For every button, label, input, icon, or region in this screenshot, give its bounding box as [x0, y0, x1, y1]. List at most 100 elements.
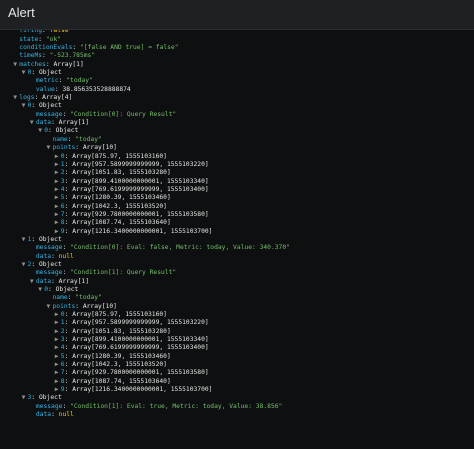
tree-row[interactable]: ▶ 8: Array[1087.74, 1555103640] — [5, 219, 290, 227]
tree-row: name: "today" — [5, 294, 290, 302]
tree-key: logs — [19, 94, 35, 102]
tree-type: Array[1216.3400000000001, 1555103700] — [72, 227, 213, 235]
tree-row[interactable]: ▶ 1: Array[957.5899999999999, 1555103220] — [5, 161, 290, 169]
tree-type: Array[957.5899999999999, 1555103220] — [72, 319, 209, 327]
key-colon: : — [31, 394, 39, 402]
key-colon: : — [75, 144, 83, 152]
tree-row: message: "Condition[0]: Eval: false, Met… — [5, 244, 290, 252]
tree-type: Object — [38, 69, 62, 77]
tree-row[interactable]: ▶ 0: Array[875.97, 1555103160] — [5, 311, 290, 319]
key-colon: : — [62, 402, 71, 410]
tree-type: Array[1] — [58, 119, 89, 127]
key-colon: : — [62, 269, 71, 277]
tree-type: Object — [55, 286, 79, 293]
tree-row[interactable]: ▼ 0: Object — [5, 102, 290, 110]
tree-key: state — [19, 35, 39, 43]
tree-row: value: 38.856353528888874 — [5, 86, 290, 94]
tree-key: data — [35, 119, 52, 127]
tree-key: name — [52, 135, 68, 143]
tree-key: metric — [35, 77, 59, 85]
tree-row[interactable]: ▼ 3: Object — [5, 394, 290, 402]
tree-key: data — [35, 411, 52, 419]
tree-row: name: "today" — [5, 136, 290, 144]
tree-row[interactable]: ▶ 9: Array[1216.3400000000001, 1555103700… — [5, 386, 290, 394]
tree-type: Array[769.6199999999999, 1555103400] — [72, 344, 209, 352]
tree-row: message: "Condition[0]: Query Result" — [5, 111, 290, 119]
tree-row[interactable]: ▼ data: Array[1] — [5, 278, 290, 286]
tree-row[interactable]: ▼ 2: Object — [5, 261, 290, 269]
tree-value: "today" — [75, 294, 102, 302]
tree-type: Array[899.4100000000001, 1555103340] — [72, 177, 209, 185]
tree-key: data — [35, 252, 52, 260]
tree-row[interactable]: ▶ 3: Array[899.4100000000001, 1555103340] — [5, 336, 290, 344]
tree-row[interactable]: ▼ matches: Array[1] — [5, 61, 290, 69]
tree-row[interactable]: ▶ 6: Array[1042.3, 1555103520] — [5, 361, 290, 369]
tree-row[interactable]: ▶ 0: Array[875.97, 1555103160] — [5, 153, 290, 161]
tree-value: "Condition[0]: Eval: false, Metric: toda… — [70, 244, 290, 252]
tree-type: Array[1042.3, 1555103520] — [72, 202, 167, 210]
tree-type: Array[4] — [42, 94, 73, 102]
key-colon: : — [31, 69, 39, 77]
tree-type: Array[1216.3400000000001, 1555103700] — [72, 386, 213, 394]
tree-key: message — [35, 110, 63, 118]
key-colon: : — [72, 44, 80, 52]
tree-row[interactable]: ▶ 8: Array[1087.74, 1555103640] — [5, 378, 290, 386]
tree-key: firing — [19, 30, 43, 35]
tree-type: Array[1280.39, 1555103460] — [72, 194, 171, 202]
tree-type: Array[929.7800000000001, 1555103580] — [72, 369, 209, 377]
key-colon: : — [51, 119, 59, 127]
key-colon: : — [51, 277, 59, 285]
tree-row: conditionEvals: "[false AND true] = fals… — [5, 44, 290, 52]
json-tree: ▼Objectfiring: falsestate: "ok"condition… — [5, 30, 290, 420]
tree-row[interactable]: ▶ 2: Array[1051.83, 1555103280] — [5, 328, 290, 336]
tree-type: Object — [38, 260, 62, 268]
tree-type: Array[1] — [58, 277, 89, 285]
tree-value: "today" — [75, 135, 102, 143]
tree-key: message — [35, 402, 63, 410]
tree-row[interactable]: ▶ 6: Array[1042.3, 1555103520] — [5, 203, 290, 211]
tree-row[interactable]: ▶ 5: Array[1280.39, 1555103460] — [5, 194, 290, 202]
tree-row: metric: "today" — [5, 77, 290, 85]
tree-value: "-523.785ms" — [49, 52, 96, 60]
key-colon: : — [42, 52, 50, 60]
tree-type: Object — [38, 235, 62, 243]
tree-row[interactable]: ▼ data: Array[1] — [5, 119, 290, 127]
tree-row[interactable]: ▶ 4: Array[769.6199999999999, 1555103400] — [5, 186, 290, 194]
tree-row[interactable]: ▼ 0: Object — [5, 127, 290, 135]
tree-type: Array[1087.74, 1555103640] — [72, 219, 171, 227]
tree-row[interactable]: ▶ 4: Array[769.6199999999999, 1555103400] — [5, 344, 290, 352]
tree-key: conditionEvals — [19, 44, 73, 52]
tree-row[interactable]: ▼ logs: Array[4] — [5, 94, 290, 102]
tree-row[interactable]: ▶ 2: Array[1051.83, 1555103280] — [5, 169, 290, 177]
tree-key: matches — [19, 60, 46, 68]
tree-row[interactable]: ▶ 1: Array[957.5899999999999, 1555103220] — [5, 319, 290, 327]
tree-value: "[false AND true] = false" — [79, 44, 179, 52]
tree-key: points — [52, 144, 76, 152]
tree-row[interactable]: ▼ 1: Object — [5, 236, 290, 244]
tree-type: Array[875.97, 1555103160] — [72, 152, 167, 160]
tree-key: message — [35, 244, 63, 252]
tree-type: Array[1087.74, 1555103640] — [72, 377, 171, 385]
window-title: Alert — [8, 5, 35, 20]
tree-value: 38.856353528888874 — [62, 85, 131, 93]
tree-row[interactable]: ▶ 7: Array[929.7800000000001, 1555103580] — [5, 369, 290, 377]
json-viewer-panel[interactable]: ▼Objectfiring: falsestate: "ok"condition… — [0, 30, 474, 449]
key-colon: : — [51, 252, 59, 260]
tree-type: Array[10] — [82, 302, 117, 310]
tree-value: null — [58, 411, 74, 419]
tree-row: state: "ok" — [5, 36, 290, 44]
tree-value: "Condition[1]: Eval: true, Metric: today… — [70, 402, 283, 410]
tree-row[interactable]: ▶ 5: Array[1280.39, 1555103460] — [5, 353, 290, 361]
tree-type: Array[769.6199999999999, 1555103400] — [72, 185, 209, 193]
tree-row[interactable]: ▼ points: Array[10] — [5, 144, 290, 152]
key-colon: : — [47, 127, 56, 135]
tree-row: timeMs: "-523.785ms" — [5, 52, 290, 60]
tree-row[interactable]: ▶ 3: Array[899.4100000000001, 1555103340] — [5, 178, 290, 186]
tree-key: data — [35, 277, 52, 285]
key-colon: : — [42, 30, 50, 35]
tree-row[interactable]: ▶ 9: Array[1216.3400000000001, 1555103700… — [5, 228, 290, 236]
tree-row[interactable]: ▼ points: Array[10] — [5, 303, 290, 311]
tree-row[interactable]: ▼ 0: Object — [5, 69, 290, 77]
tree-row[interactable]: ▼ 0: Object — [5, 286, 290, 294]
tree-row[interactable]: ▶ 7: Array[929.7800000000001, 1555103580] — [5, 211, 290, 219]
